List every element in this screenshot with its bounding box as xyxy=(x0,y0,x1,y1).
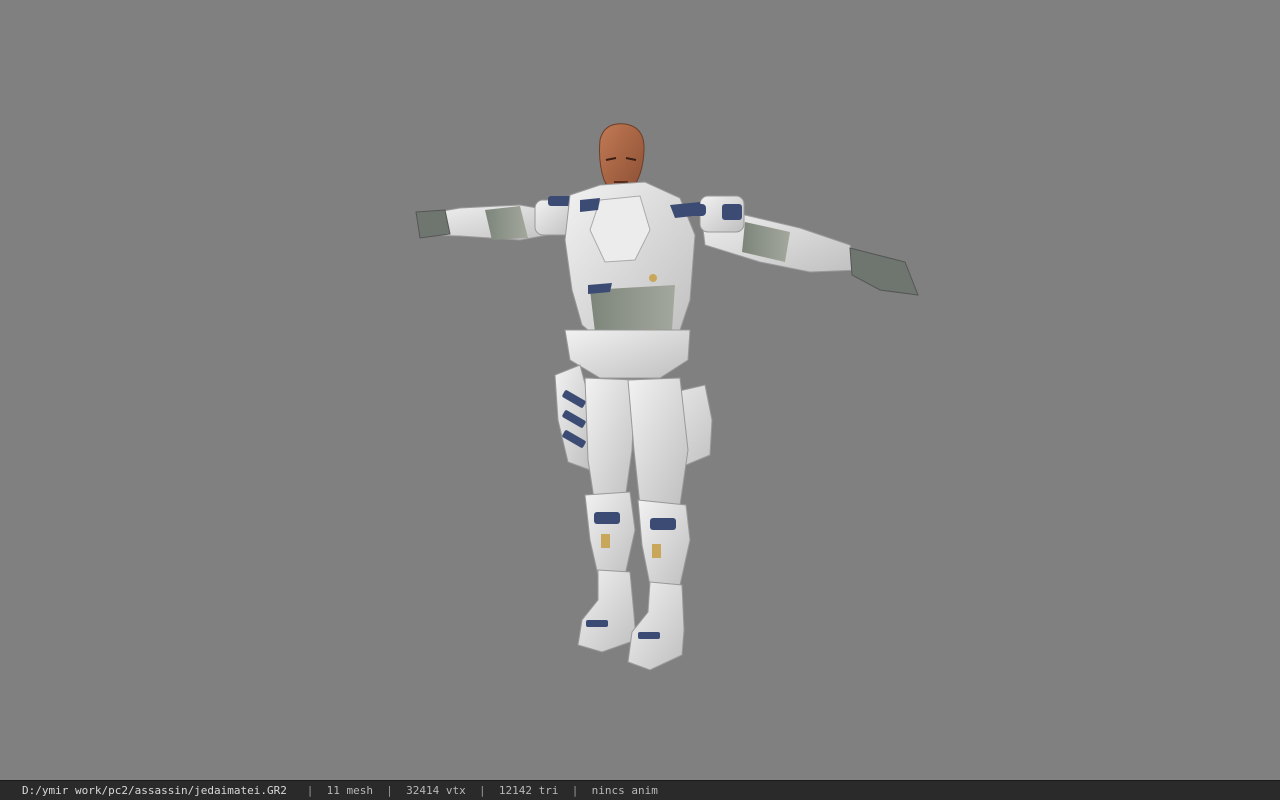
torso xyxy=(564,181,702,341)
left-arm xyxy=(415,196,576,241)
mesh-count: 11 mesh xyxy=(326,784,374,797)
boots xyxy=(577,569,685,671)
status-bar: D:/ymir work/pc2/assassin/jedaimatei.GR2… xyxy=(0,780,1280,800)
animation-status: nincs anim xyxy=(591,784,658,797)
status-separator: | xyxy=(386,784,393,797)
status-separator: | xyxy=(306,784,314,797)
file-path: D:/ymir work/pc2/assassin/jedaimatei.GR2 xyxy=(22,784,287,797)
vertex-count: 32414 vtx xyxy=(406,784,466,797)
right-arm xyxy=(676,195,919,296)
triangle-count: 12142 tri xyxy=(498,784,559,797)
status-separator: | xyxy=(479,784,486,797)
3d-viewport[interactable] xyxy=(0,0,1280,780)
legs xyxy=(584,377,691,586)
character-model xyxy=(415,123,919,671)
status-separator: | xyxy=(571,784,579,797)
